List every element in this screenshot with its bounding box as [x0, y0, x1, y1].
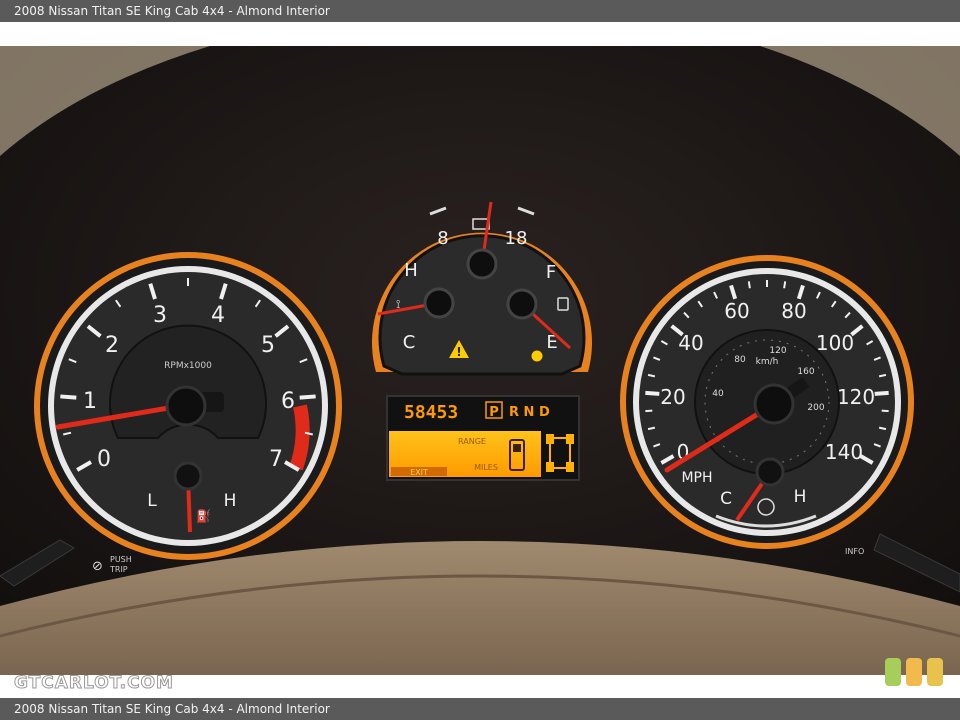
- odometer-reading: 58453: [404, 402, 458, 423]
- tach-tick-0: 0: [97, 447, 111, 472]
- trans-temp-cold-label: C: [720, 489, 732, 509]
- top-caption: 2008 Nissan Titan SE King Cab 4x4 - Almo…: [14, 4, 330, 18]
- miles-label: MILES: [474, 463, 498, 472]
- speed-tick-60: 60: [724, 299, 749, 323]
- tach-tick-3: 3: [153, 303, 167, 328]
- kmh-tick-40: 40: [712, 389, 724, 399]
- tachometer: 0 1 2 3 4 5 6 7 RPMx1000 L H ⛽: [34, 252, 342, 560]
- speed-tick-120: 120: [837, 385, 875, 409]
- tach-tick-5: 5: [261, 333, 275, 358]
- tach-scale-label: RPMx1000: [164, 361, 212, 371]
- temp-cold-label: C: [403, 332, 416, 353]
- tachometer-tick: [299, 394, 316, 400]
- tach-tick-7: 7: [269, 447, 283, 472]
- push-trip-label-1: PUSH: [110, 555, 132, 564]
- oil-low-label: L: [147, 491, 157, 511]
- gear-selected: P: [489, 405, 499, 420]
- tach-tick-4: 4: [211, 303, 225, 328]
- tachometer-tick: [60, 394, 77, 400]
- speedometer-tick: [783, 281, 787, 289]
- fuel-full-label: F: [546, 262, 556, 283]
- bottom-caption-bar: 2008 Nissan Titan SE King Cab 4x4 - Almo…: [0, 698, 960, 720]
- speedometer-tick: [747, 281, 751, 289]
- gtcarlot-watermark: GTCARLOT.COM: [14, 673, 174, 694]
- bottom-caption: 2008 Nissan Titan SE King Cab 4x4 - Almo…: [14, 702, 330, 716]
- speed-tick-40: 40: [678, 331, 703, 355]
- low-fuel-indicator-icon: [531, 350, 543, 362]
- instrument-cluster-photo: 0 1 2 3 4 5 6 7 RPMx1000 L H ⛽ 8 18 H C …: [0, 46, 960, 675]
- push-trip-label-2: TRIP: [109, 565, 128, 574]
- top-caption-bar: 2008 Nissan Titan SE King Cab 4x4 - Almo…: [0, 0, 960, 22]
- oil-can-icon: ⛽: [196, 509, 211, 523]
- mph-unit-label: MPH: [681, 470, 712, 486]
- kmh-tick-120: 120: [769, 346, 786, 356]
- gear-indicator: R N D: [509, 405, 550, 420]
- speedometer-tick: [874, 390, 889, 396]
- yellow-light-icon: [906, 658, 922, 686]
- tach-tick-1: 1: [83, 389, 97, 414]
- lcd-display: 58453 P R N D RANGE MILES EXIT: [386, 395, 580, 481]
- speedometer-tick: [645, 409, 653, 413]
- temp-hot-label: H: [404, 260, 418, 281]
- trans-temp-hot-label: H: [794, 487, 807, 507]
- speed-tick-20: 20: [660, 385, 685, 409]
- kmh-tick-80: 80: [734, 355, 746, 365]
- info-label: INFO: [845, 547, 864, 556]
- speedometer-tick: [881, 409, 889, 413]
- speed-tick-140: 140: [825, 440, 863, 464]
- green-light-icon: [885, 658, 901, 686]
- orange-light-icon: [927, 658, 943, 686]
- tach-tick-6: 6: [281, 389, 295, 414]
- exit-label: EXIT: [410, 468, 428, 477]
- voltage-tick-low: 8: [437, 228, 448, 249]
- speedometer-tick: [645, 390, 660, 396]
- voltage-tick-high: 18: [505, 228, 528, 249]
- speedometer: 0 20 40 60 80 100 120 140 40 80 120 160 …: [620, 255, 914, 549]
- speed-tick-100: 100: [816, 331, 854, 355]
- tach-tick-2: 2: [105, 333, 119, 358]
- kmh-tick-160: 160: [797, 367, 814, 377]
- kmh-unit-label: km/h: [756, 357, 779, 367]
- speed-tick-80: 80: [781, 299, 806, 323]
- oil-high-label: H: [224, 491, 237, 511]
- range-label: RANGE: [458, 437, 486, 446]
- push-trip-icon: ⊘: [92, 559, 103, 574]
- 4wd-status-icon: [545, 430, 575, 478]
- kmh-tick-200: 200: [807, 403, 824, 413]
- svg-text:!: !: [456, 345, 461, 359]
